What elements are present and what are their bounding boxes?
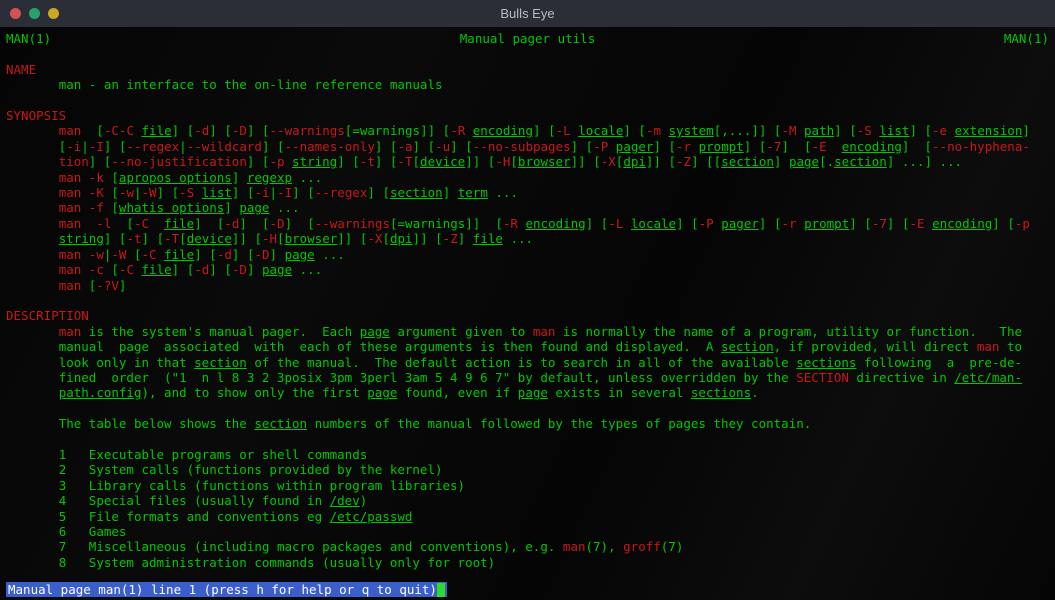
- terminal[interactable]: MAN(1) Manual pager utils MAN(1) NAME ma…: [0, 27, 1055, 600]
- header-center: Manual pager utils: [0, 31, 1055, 46]
- man-header: MAN(1) Manual pager utils MAN(1): [6, 31, 1049, 46]
- cursor-icon: [437, 583, 445, 597]
- name-heading: NAME: [6, 62, 36, 77]
- man-body: NAME man - an interface to the on-line r…: [6, 46, 1049, 570]
- window-title: Bulls Eye: [0, 6, 1055, 21]
- synopsis-heading: SYNOPSIS: [6, 108, 66, 123]
- titlebar: Bulls Eye: [0, 0, 1055, 27]
- description-heading: DESCRIPTION: [6, 308, 89, 323]
- pager-status: Manual page man(1) line 1 (press h for h…: [6, 582, 447, 598]
- name-body: man - an interface to the on-line refere…: [59, 77, 443, 92]
